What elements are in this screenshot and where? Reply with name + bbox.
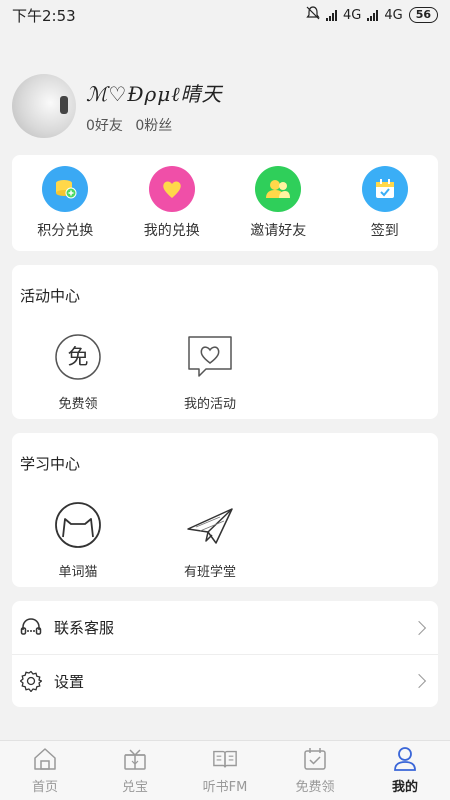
paper-plane-icon: [186, 501, 234, 549]
svg-text:免: 免: [68, 345, 89, 369]
menu-card: 联系客服 设置: [12, 601, 438, 707]
chevron-right-icon: [411, 620, 427, 635]
tab-duibao[interactable]: 兑宝: [90, 741, 180, 800]
free-icon: 免: [54, 333, 102, 381]
shortcut-check-in[interactable]: 签到: [340, 166, 430, 240]
section-item-label: 免费领: [58, 397, 98, 412]
profile-header[interactable]: ℳ♡Ðρμℓ晴天 0好友 0粉丝: [12, 74, 223, 138]
status-icons: 4G 4G 56: [306, 6, 438, 24]
tab-audiobook-fm[interactable]: 听书FM: [180, 741, 270, 800]
friends-count[interactable]: 0好友: [86, 118, 123, 134]
gear-icon: [20, 670, 42, 692]
calendar-check-icon: [302, 746, 328, 772]
cat-icon: [54, 501, 102, 549]
shortcut-invite-friends[interactable]: 邀请好友: [233, 166, 323, 240]
shortcuts-card: 积分兑换 我的兑换 邀请好友 签到: [12, 155, 438, 251]
bottom-tab-bar: 首页 兑宝 听书FM 免费领 我的: [0, 740, 450, 800]
chevron-right-icon: [411, 673, 427, 689]
shortcut-points-exchange[interactable]: 积分兑换: [20, 166, 110, 240]
status-bar: 下午2:53 4G 4G 56: [0, 0, 450, 30]
tab-mine[interactable]: 我的: [360, 741, 450, 800]
tab-label: 免费领: [295, 780, 335, 795]
heart-icon: [148, 166, 195, 212]
friends-icon: [255, 166, 302, 212]
activity-items: 免 免费领 我的活动: [12, 333, 276, 412]
activity-center-card: 活动中心 免 免费领 我的活动: [12, 265, 438, 419]
tab-free-claim[interactable]: 免费领: [270, 741, 360, 800]
network-label-1: 4G: [342, 7, 362, 23]
study-item-word-cat[interactable]: 单词猫: [12, 501, 144, 580]
tab-home[interactable]: 首页: [0, 741, 90, 800]
book-icon: [212, 746, 238, 772]
signal-icon: [325, 9, 337, 21]
headset-icon: [20, 617, 42, 639]
tab-label: 听书FM: [202, 780, 248, 795]
username: ℳ♡Ðρμℓ晴天: [86, 81, 223, 106]
section-item-label: 有班学堂: [183, 565, 236, 580]
gift-icon: [122, 746, 148, 772]
user-icon: [392, 746, 418, 772]
activity-item-free[interactable]: 免 免费领: [12, 333, 144, 412]
profile-info: ℳ♡Ðρμℓ晴天 0好友 0粉丝: [86, 78, 223, 135]
fans-count[interactable]: 0粉丝: [135, 118, 172, 134]
home-icon: [32, 746, 58, 772]
study-item-class-hall[interactable]: 有班学堂: [144, 501, 276, 580]
menu-label: 联系客服: [54, 619, 115, 637]
section-item-label: 我的活动: [183, 397, 236, 412]
battery-indicator: 56: [408, 7, 438, 23]
follow-counts: 0好友 0粉丝: [86, 115, 223, 135]
shortcut-label: 邀请好友: [250, 223, 307, 239]
chat-heart-icon: [186, 333, 234, 381]
mute-icon: [306, 6, 320, 24]
shortcut-label: 我的兑换: [143, 223, 200, 239]
activity-item-my-activity[interactable]: 我的活动: [144, 333, 276, 412]
signal-icon-2: [367, 9, 379, 21]
section-title: 活动中心: [20, 287, 81, 305]
shortcut-label: 积分兑换: [37, 223, 94, 239]
shortcut-my-exchange[interactable]: 我的兑换: [127, 166, 217, 240]
section-item-label: 单词猫: [58, 565, 98, 580]
study-center-card: 学习中心 单词猫 有班学堂: [12, 433, 438, 587]
menu-row-customer-service[interactable]: 联系客服: [12, 601, 438, 654]
avatar[interactable]: [12, 74, 76, 138]
study-items: 单词猫 有班学堂: [12, 501, 276, 580]
tab-label: 首页: [31, 780, 58, 795]
section-title: 学习中心: [20, 455, 81, 473]
status-time: 下午2:53: [12, 6, 76, 25]
tab-label: 兑宝: [121, 780, 148, 795]
tab-label: 我的: [391, 780, 418, 795]
calendar-icon: [361, 166, 408, 212]
menu-row-settings[interactable]: 设置: [12, 654, 438, 707]
coins-icon: [42, 166, 89, 212]
menu-label: 设置: [54, 672, 85, 691]
shortcut-label: 签到: [370, 223, 399, 239]
network-label-2: 4G: [384, 7, 403, 23]
